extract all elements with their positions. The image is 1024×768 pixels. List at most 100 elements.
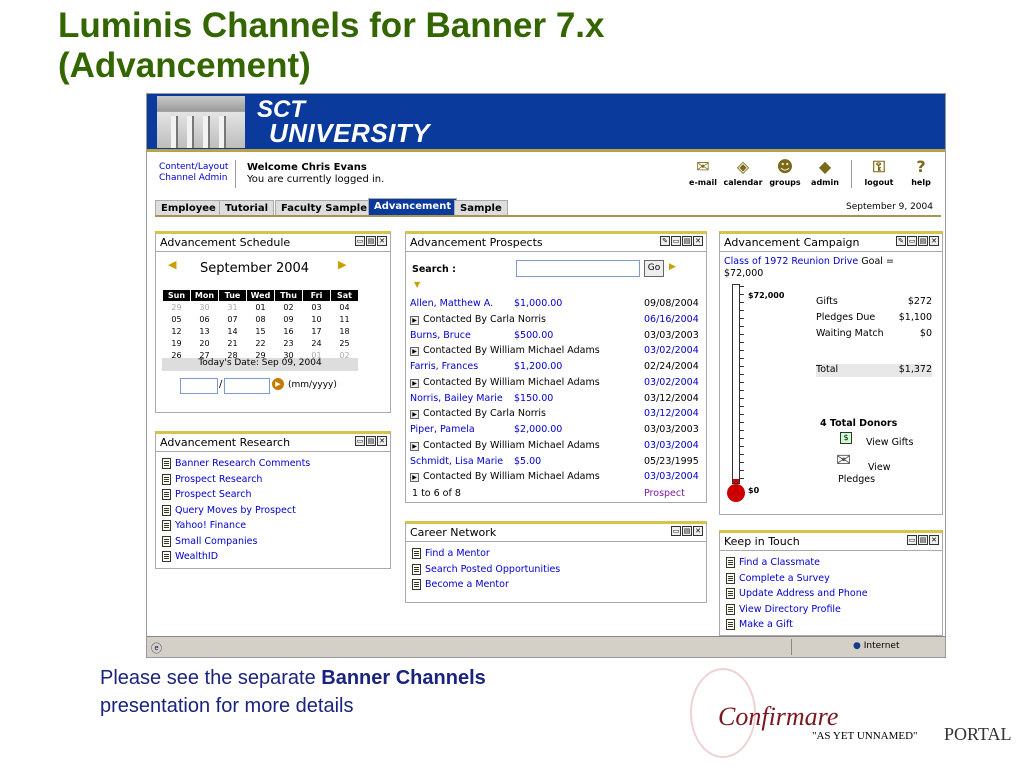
edit-icon[interactable]: ▤ — [918, 535, 928, 545]
admin-button[interactable]: ◆ admin — [803, 158, 847, 188]
minimize-icon[interactable]: ▭ — [671, 526, 681, 536]
list-item-link[interactable]: Complete a Survey — [739, 573, 830, 584]
list-item-link[interactable]: Make a Gift — [739, 619, 793, 630]
prospect-row[interactable]: Piper, Pamela $2,000.00 03/03/2003 — [410, 424, 706, 438]
list-item-link[interactable]: Banner Research Comments — [175, 458, 310, 469]
calendar-day[interactable]: 18 — [331, 326, 359, 338]
list-item[interactable]: Update Address and Phone — [726, 586, 936, 602]
list-item[interactable]: Prospect Research — [162, 472, 384, 488]
prospect-name[interactable]: Allen, Matthew A. — [410, 298, 493, 309]
prospect-amount[interactable]: $500.00 — [514, 330, 553, 341]
tab-advancement[interactable]: Advancement — [368, 198, 458, 216]
calendar-day[interactable]: 22 — [247, 338, 275, 350]
help-button[interactable]: ? help — [899, 158, 943, 188]
calendar-day[interactable]: 30 — [191, 302, 219, 314]
calendar-day[interactable]: 13 — [191, 326, 219, 338]
year-input[interactable] — [224, 378, 270, 394]
minimize-icon[interactable]: ▭ — [355, 436, 365, 446]
list-item-link[interactable]: View Directory Profile — [739, 604, 841, 615]
close-icon[interactable]: ✕ — [693, 526, 703, 536]
view-gifts-link[interactable]: View Gifts — [866, 437, 913, 448]
calendar-day[interactable]: 14 — [219, 326, 247, 338]
groups-button[interactable]: ☻ groups — [763, 158, 807, 188]
calendar-day[interactable]: 23 — [275, 338, 303, 350]
email-button[interactable]: ✉ e-mail — [681, 158, 725, 188]
minimize-icon[interactable]: ▭ — [671, 236, 681, 246]
logout-button[interactable]: ⚿ logout — [857, 158, 901, 188]
contact-date-link[interactable]: 06/16/2004 — [644, 314, 699, 325]
search-input[interactable] — [516, 260, 640, 277]
month-input[interactable] — [180, 378, 218, 394]
close-icon[interactable]: ✕ — [929, 236, 939, 246]
prospect-name[interactable]: Schmidt, Lisa Marie — [410, 456, 503, 467]
expand-icon[interactable]: ▼ — [414, 280, 420, 289]
next-month-icon[interactable]: ▶ — [338, 258, 346, 271]
list-item[interactable]: Prospect Search — [162, 487, 384, 503]
calendar-day[interactable]: 24 — [303, 338, 331, 350]
prospect-row[interactable]: Allen, Matthew A. $1,000.00 09/08/2004 — [410, 298, 706, 312]
prospect-amount[interactable]: $150.00 — [514, 393, 553, 404]
list-item-link[interactable]: Become a Mentor — [425, 579, 509, 590]
calendar-day[interactable]: 29 — [163, 302, 191, 314]
contact-date-link[interactable]: 03/02/2004 — [644, 345, 699, 356]
calendar-day[interactable]: 03 — [303, 302, 331, 314]
list-item-link[interactable]: Yahoo! Finance — [175, 520, 246, 531]
calendar-day[interactable]: 21 — [219, 338, 247, 350]
expand-contact-icon[interactable]: ▶ — [410, 410, 419, 419]
prospect-name[interactable]: Norris, Bailey Marie — [410, 393, 503, 404]
prospect-name[interactable]: Farris, Frances — [410, 361, 478, 372]
list-item-link[interactable]: Query Moves by Prospect — [175, 505, 296, 516]
edit-icon[interactable]: ▤ — [682, 526, 692, 536]
advanced-search-arrow-icon[interactable]: ▶ — [669, 262, 676, 272]
close-icon[interactable]: ✕ — [377, 436, 387, 446]
calendar-day[interactable]: 31 — [219, 302, 247, 314]
list-item-link[interactable]: Find a Classmate — [739, 557, 820, 568]
calendar-day[interactable]: 25 — [331, 338, 359, 350]
expand-contact-icon[interactable]: ▶ — [410, 347, 419, 356]
list-item-link[interactable]: Update Address and Phone — [739, 588, 868, 599]
list-item[interactable]: Yahoo! Finance — [162, 518, 384, 534]
calendar-day[interactable]: 19 — [163, 338, 191, 350]
list-item[interactable]: Become a Mentor — [412, 577, 700, 593]
tab-faculty-sample[interactable]: Faculty Sample — [275, 200, 373, 216]
list-item-link[interactable]: WealthID — [175, 551, 218, 562]
pledges-link[interactable]: Pledges — [838, 474, 875, 485]
list-item[interactable]: Query Moves by Prospect — [162, 503, 384, 519]
list-item[interactable]: WealthID — [162, 549, 384, 565]
prospect-name[interactable]: Burns, Bruce — [410, 330, 471, 341]
content-layout-link[interactable]: Content/Layout — [159, 162, 228, 173]
prev-month-icon[interactable]: ◀ — [168, 258, 176, 271]
go-button[interactable]: Go — [644, 260, 664, 277]
calendar-day[interactable]: 04 — [331, 302, 359, 314]
calendar-day[interactable]: 09 — [275, 314, 303, 326]
contact-date-link[interactable]: 03/02/2004 — [644, 377, 699, 388]
prospect-amount[interactable]: $2,000.00 — [514, 424, 562, 435]
expand-contact-icon[interactable]: ▶ — [410, 378, 419, 388]
calendar-day[interactable]: 10 — [303, 314, 331, 326]
list-item[interactable]: Search Posted Opportunities — [412, 562, 700, 578]
tab-sample[interactable]: Sample — [454, 200, 508, 216]
prospect-name[interactable]: Piper, Pamela — [410, 424, 475, 435]
prospect-link[interactable]: Prospect — [644, 488, 685, 499]
pledges-icon[interactable]: ✉ — [836, 450, 851, 471]
calendar-day[interactable]: 06 — [191, 314, 219, 326]
list-item-link[interactable]: Prospect Research — [175, 474, 262, 485]
tab-tutorial[interactable]: Tutorial — [219, 200, 275, 216]
edit-icon[interactable]: ▤ — [918, 236, 928, 246]
contact-date-link[interactable]: 03/03/2004 — [644, 440, 699, 451]
go-arrow-icon[interactable]: ▶ — [272, 378, 284, 390]
contact-date-link[interactable]: 03/03/2004 — [644, 471, 699, 482]
list-item[interactable]: Banner Research Comments — [162, 456, 384, 472]
calendar-day[interactable]: 11 — [331, 314, 359, 326]
prospect-row[interactable]: Schmidt, Lisa Marie $5.00 05/23/1995 — [410, 456, 706, 470]
calendar-day[interactable]: 17 — [303, 326, 331, 338]
expand-contact-icon[interactable]: ▶ — [410, 315, 419, 325]
list-item-link[interactable]: Search Posted Opportunities — [425, 564, 560, 575]
minimize-icon[interactable]: ▭ — [355, 236, 365, 246]
calendar-day[interactable]: 08 — [247, 314, 275, 326]
close-icon[interactable]: ✕ — [693, 236, 703, 246]
calendar-button[interactable]: ◈ calendar — [721, 158, 765, 188]
list-item-link[interactable]: Find a Mentor — [425, 548, 490, 559]
expand-contact-icon[interactable]: ▶ — [410, 473, 419, 482]
calendar-day[interactable]: 07 — [219, 314, 247, 326]
